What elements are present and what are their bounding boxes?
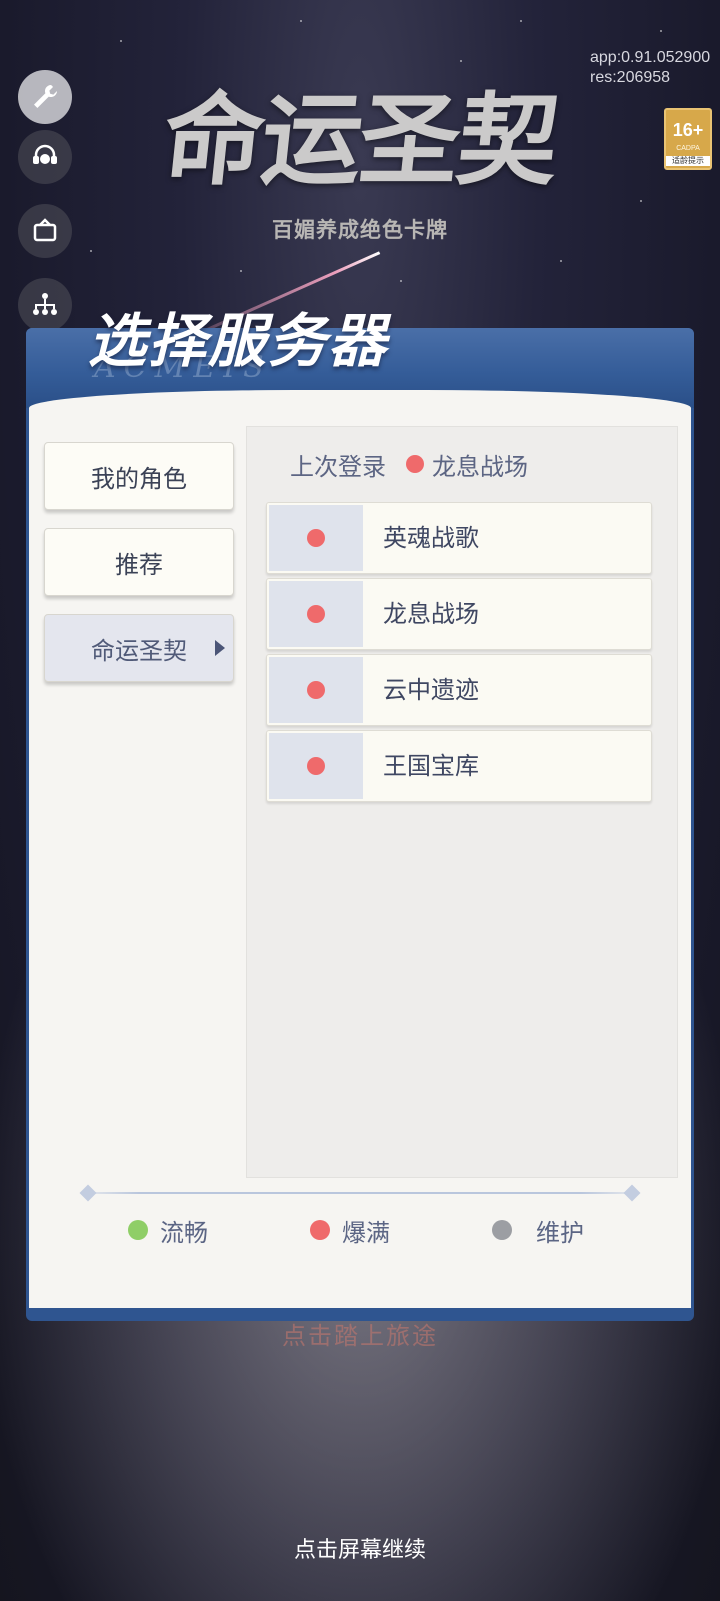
star-decoration: [300, 20, 302, 22]
last-login-label: 上次登录: [290, 452, 386, 481]
customer-service-button[interactable]: [18, 130, 72, 184]
cadpa-label: CADPA: [676, 145, 700, 152]
version-info: app:0.91.052900 res:206958: [590, 48, 720, 88]
status-cell: [269, 657, 363, 723]
notice-button[interactable]: [18, 204, 72, 258]
server-name: 王国宝库: [383, 752, 479, 780]
status-smooth-icon: [128, 1220, 148, 1240]
legend-maintenance: 维护: [492, 1212, 584, 1248]
dialog-title: 选择服务器: [88, 307, 389, 375]
network-icon: [33, 293, 57, 315]
arrow-right-icon: [215, 640, 225, 656]
res-version: res:206958: [590, 69, 671, 86]
status-cell: [269, 733, 363, 799]
last-login[interactable]: 上次登录 龙息战场: [290, 446, 528, 482]
star-decoration: [660, 30, 662, 32]
server-name: 云中遗迹: [383, 676, 479, 704]
tab-recommended[interactable]: 推荐: [44, 528, 234, 596]
status-busy-icon: [307, 605, 325, 623]
server-row[interactable]: 英魂战歌: [266, 502, 652, 574]
legend-smooth: 流畅: [128, 1212, 208, 1248]
tab-label: 推荐: [115, 550, 163, 579]
network-button[interactable]: [18, 278, 72, 332]
age-tip: 适龄提示: [666, 156, 710, 166]
legend-divider: [84, 1192, 636, 1194]
start-journey-text: 点击踏上旅途: [282, 1322, 438, 1350]
tap-to-continue[interactable]: 点击屏幕继续: [0, 1532, 720, 1564]
star-decoration: [560, 260, 562, 262]
tab-my-characters[interactable]: 我的角色: [44, 442, 234, 510]
tab-label: 我的角色: [91, 464, 187, 493]
age-rating: 16+: [672, 120, 704, 140]
status-cell: [269, 581, 363, 647]
star-decoration: [90, 250, 92, 252]
last-login-server: 龙息战场: [432, 452, 528, 481]
status-busy-icon: [307, 529, 325, 547]
server-name: 英魂战歌: [383, 524, 479, 552]
star-decoration: [120, 40, 122, 42]
server-row[interactable]: 王国宝库: [266, 730, 652, 802]
customer-service-icon: [33, 144, 57, 164]
status-cell: [269, 505, 363, 571]
repair-button[interactable]: [18, 70, 72, 124]
star-decoration: [400, 280, 402, 282]
status-busy-icon: [406, 455, 424, 473]
tab-label: 命运圣契: [91, 636, 187, 665]
game-logo: 命运圣契: [157, 81, 563, 199]
game-tagline: 百媚养成绝色卡牌: [272, 217, 448, 242]
status-busy-icon: [310, 1220, 330, 1240]
app-version: app:0.91.052900: [590, 49, 711, 66]
status-maintenance-icon: [492, 1220, 512, 1240]
legend-full: 爆满: [310, 1212, 390, 1248]
status-busy-icon: [307, 681, 325, 699]
star-decoration: [520, 20, 522, 22]
legend-label: 爆满: [342, 1218, 390, 1247]
star-decoration: [460, 60, 462, 62]
server-row[interactable]: 云中遗迹: [266, 654, 652, 726]
server-name: 龙息战场: [383, 600, 479, 628]
tab-destiny-covenant[interactable]: 命运圣契: [44, 614, 234, 682]
wrench-icon: [34, 84, 58, 108]
server-row[interactable]: 龙息战场: [266, 578, 652, 650]
notice-board-icon: [33, 218, 57, 242]
legend-label: 维护: [536, 1218, 584, 1247]
age-rating-badge: 16+ CADPA 适龄提示: [664, 108, 712, 170]
star-decoration: [240, 270, 242, 272]
legend-label: 流畅: [160, 1218, 208, 1247]
star-decoration: [640, 200, 642, 202]
status-busy-icon: [307, 757, 325, 775]
